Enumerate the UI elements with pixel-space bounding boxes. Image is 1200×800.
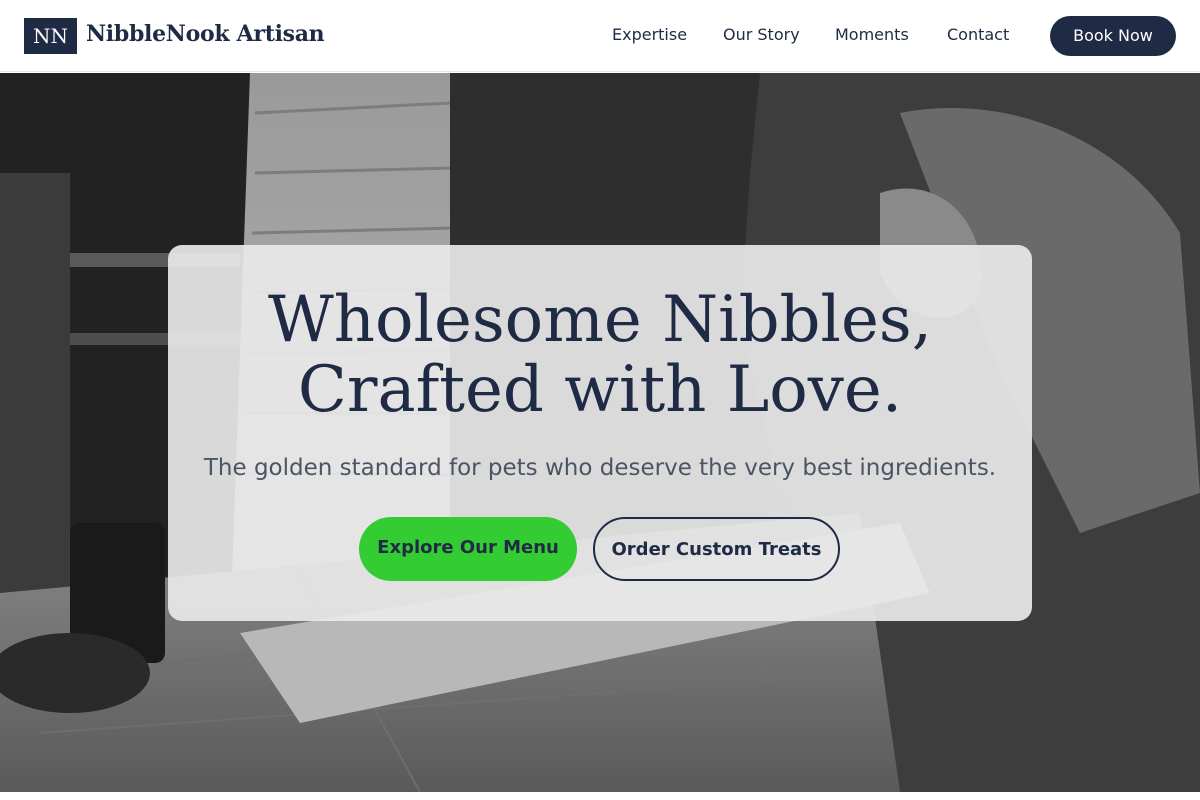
nav-link-expertise[interactable]: Expertise [612,25,687,44]
hero-section: Wholesome Nibbles, Crafted with Love. Th… [0,73,1200,792]
nav-link-our-story[interactable]: Our Story [723,25,800,44]
book-now-button[interactable]: Book Now [1050,16,1176,56]
hero-headline: Wholesome Nibbles, Crafted with Love. [168,285,1032,425]
order-custom-treats-button[interactable]: Order Custom Treats [593,517,840,581]
hero-headline-line-2: Crafted with Love. [297,353,903,427]
site-header: NN NibbleNook Artisan Expertise Our Stor… [0,0,1200,72]
brand-name[interactable]: NibbleNook Artisan [86,21,325,47]
logo-mark[interactable]: NN [24,18,77,54]
hero-headline-line-1: Wholesome Nibbles, [267,283,933,357]
nav-link-contact[interactable]: Contact [947,25,1009,44]
nav-link-moments[interactable]: Moments [835,25,909,44]
hero-subheadline: The golden standard for pets who deserve… [203,455,997,481]
hero-card: Wholesome Nibbles, Crafted with Love. Th… [168,245,1032,621]
explore-menu-button[interactable]: Explore Our Menu [359,517,577,581]
page-bottom-edge [0,792,1200,800]
